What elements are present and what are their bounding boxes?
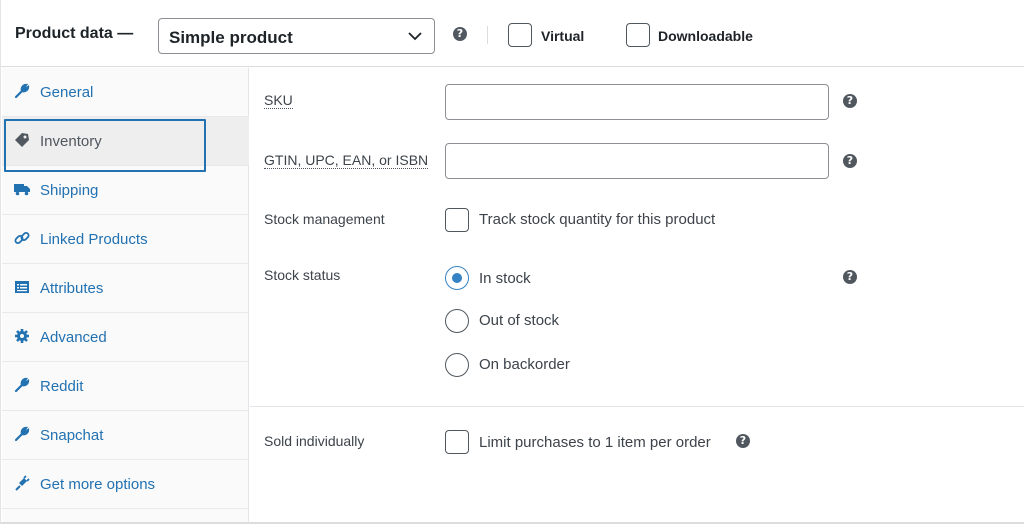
tab-label: Snapchat [40, 427, 104, 444]
radio-label: On backorder [479, 356, 570, 373]
sku-label: SKU [264, 92, 293, 109]
truck-icon [14, 184, 30, 196]
track-stock-label: Track stock quantity for this product [479, 211, 716, 228]
tab-get-more-options[interactable]: Get more options [2, 460, 249, 509]
radio-on-backorder[interactable] [445, 353, 469, 377]
tab-label: Reddit [40, 378, 84, 395]
tab-label: Get more options [40, 476, 156, 493]
plug-icon [15, 475, 30, 491]
chevron-down-icon [408, 32, 422, 41]
tab-label: Linked Products [40, 231, 148, 248]
tab-general[interactable]: General [2, 68, 249, 117]
tab-advanced[interactable]: Advanced [2, 313, 249, 362]
gtin-input[interactable] [445, 143, 829, 179]
wrench-icon [14, 83, 30, 99]
tab-shipping[interactable]: Shipping [2, 166, 249, 215]
product-data-title: Product data — [15, 25, 134, 42]
tab-linked-products[interactable]: Linked Products [2, 215, 249, 264]
divider [487, 26, 488, 44]
stock-management-label: Stock management [264, 211, 385, 227]
inventory-panel: SKU ? GTIN, UPC, EAN, or ISBN ? Stock ma… [250, 68, 1024, 522]
sold-individually-checkbox[interactable] [445, 430, 469, 454]
stock-status-label: Stock status [264, 267, 341, 283]
wrench-icon [14, 426, 30, 442]
downloadable-checkbox[interactable] [626, 23, 650, 47]
radio-out-of-stock[interactable] [445, 309, 469, 333]
virtual-checkbox[interactable] [508, 23, 532, 47]
product-type-value: Simple product [169, 28, 293, 47]
product-type-select[interactable]: Simple product [158, 18, 435, 54]
radio-label: Out of stock [479, 312, 560, 329]
help-icon[interactable]: ? [453, 27, 467, 41]
tab-label: Shipping [40, 182, 99, 199]
downloadable-label: Downloadable [658, 28, 753, 44]
divider [250, 406, 1024, 407]
track-stock-checkbox[interactable] [445, 208, 469, 232]
list-icon [15, 281, 29, 293]
link-icon [14, 232, 30, 244]
product-data-header: Product data — Simple product ? Virtual … [1, 0, 1024, 67]
help-icon[interactable]: ? [843, 154, 857, 168]
sku-input[interactable] [445, 84, 829, 120]
radio-in-stock[interactable] [445, 266, 469, 290]
virtual-label: Virtual [541, 28, 585, 44]
tab-snapchat[interactable]: Snapchat [2, 411, 249, 460]
product-data-panel: Product data — Simple product ? Virtual … [0, 0, 1024, 524]
tab-reddit[interactable]: Reddit [2, 362, 249, 411]
tab-attributes[interactable]: Attributes [2, 264, 249, 313]
sold-individually-checkbox-label: Limit purchases to 1 item per order [479, 434, 711, 451]
gtin-label: GTIN, UPC, EAN, or ISBN [264, 152, 429, 169]
help-icon[interactable]: ? [843, 94, 857, 108]
gear-icon [15, 329, 29, 343]
radio-label: In stock [479, 270, 531, 287]
tab-label: Attributes [40, 280, 104, 297]
sold-individually-label: Sold individually [264, 433, 365, 449]
tab-label: Advanced [40, 329, 107, 346]
focus-ring [4, 119, 206, 172]
tab-label: General [40, 84, 94, 101]
help-icon[interactable]: ? [843, 270, 857, 284]
wrench-icon [14, 377, 30, 393]
help-icon[interactable]: ? [736, 434, 750, 448]
